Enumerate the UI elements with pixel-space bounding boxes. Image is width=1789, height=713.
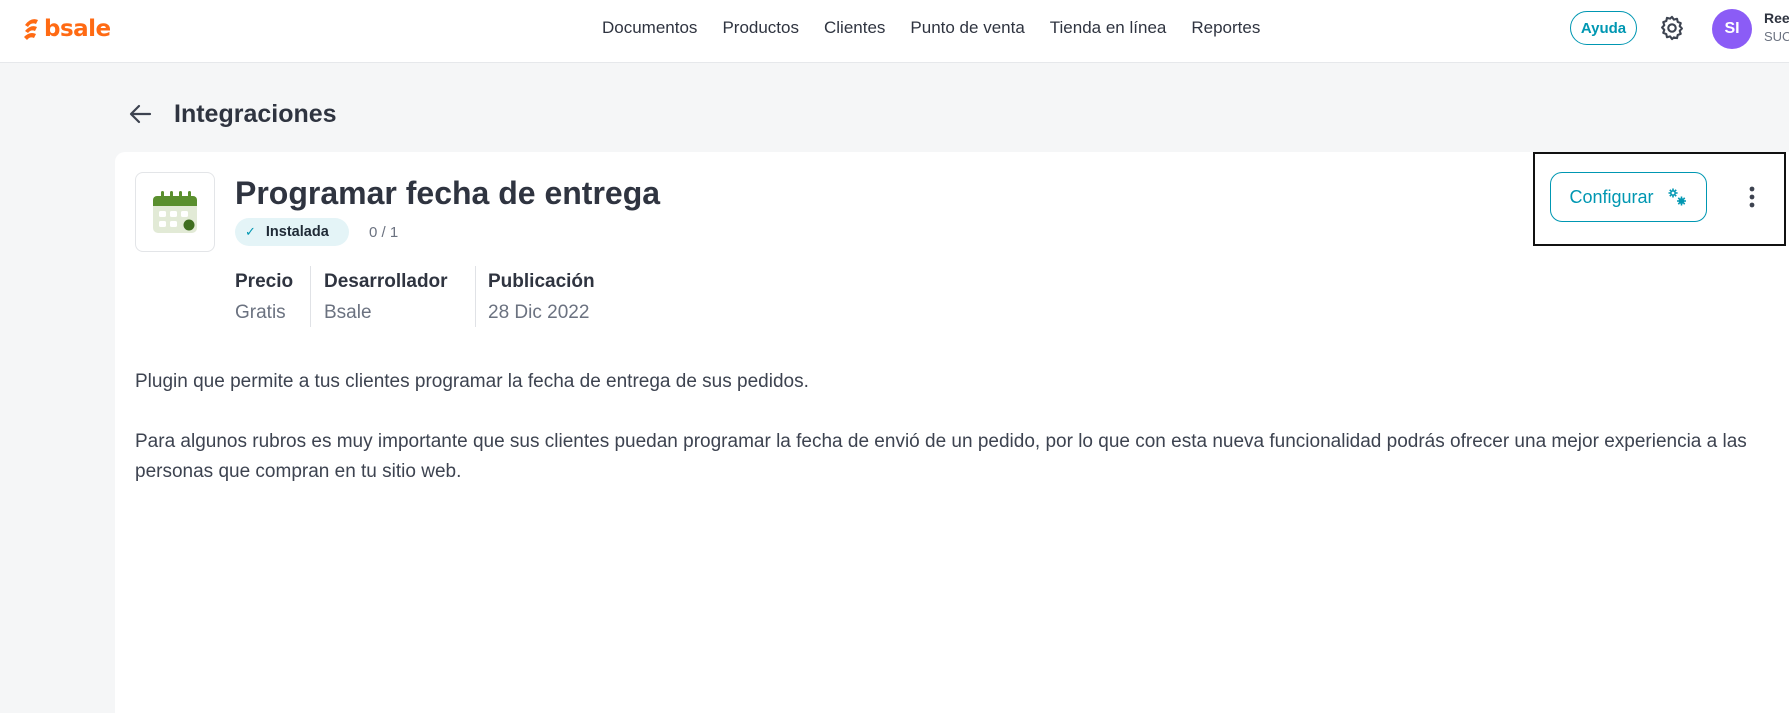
nav-clientes[interactable]: Clientes: [824, 18, 885, 38]
status-badge: ✓ Instalada: [235, 218, 349, 246]
help-button[interactable]: Ayuda: [1570, 11, 1637, 45]
user-store: SUC: [1764, 29, 1789, 44]
install-count: 0 / 1: [369, 224, 399, 241]
app-icon-tile: [135, 172, 215, 252]
description-paragraph: Para algunos rubros es muy importante qu…: [135, 431, 1747, 482]
meta-price-value: Gratis: [235, 302, 286, 323]
meta-published-value: 28 Dic 2022: [488, 302, 590, 323]
meta-price-label: Precio: [235, 271, 294, 292]
bsale-logo-icon: [24, 19, 38, 40]
status-label: Instalada: [265, 224, 329, 240]
user-name: Ree: [1764, 10, 1789, 26]
main-nav: Documentos Productos Clientes Punto de v…: [602, 18, 1285, 38]
avatar[interactable]: SI: [1712, 9, 1752, 49]
arrow-left-icon[interactable]: [128, 102, 154, 126]
app-title: Programar fecha de entrega: [235, 175, 661, 211]
meta-divider: [475, 266, 476, 327]
meta-developer-label: Desarrollador: [324, 271, 448, 292]
bsale-logo[interactable]: bsale: [22, 14, 111, 44]
meta-developer: Desarrollador Bsale: [324, 270, 448, 327]
nav-reportes[interactable]: Reportes: [1191, 18, 1260, 38]
configure-label: Configurar: [1569, 186, 1654, 207]
gears-icon: [1668, 188, 1686, 206]
meta-price: Precio Gratis: [235, 270, 293, 327]
brand-name: bsale: [44, 16, 111, 42]
meta-developer-value: Bsale: [324, 302, 372, 323]
description-paragraph: Plugin que permite a tus clientes progra…: [135, 371, 809, 392]
meta-divider: [310, 266, 311, 327]
meta-published-label: Publicación: [488, 271, 595, 292]
configure-button[interactable]: Configurar: [1550, 172, 1707, 222]
nav-documentos[interactable]: Documentos: [602, 18, 697, 38]
kebab-menu-icon[interactable]: [1742, 182, 1762, 212]
calendar-icon: [153, 191, 197, 233]
meta-published: Publicación 28 Dic 2022: [488, 270, 595, 327]
gear-icon[interactable]: [1658, 14, 1686, 42]
nav-punto-de-venta[interactable]: Punto de venta: [910, 18, 1024, 38]
check-icon: ✓: [245, 224, 256, 239]
page-title: Integraciones: [174, 100, 337, 128]
nav-productos[interactable]: Productos: [722, 18, 799, 38]
nav-tienda-en-linea[interactable]: Tienda en línea: [1050, 18, 1167, 38]
top-bar: bsale Documentos Productos Clientes Punt…: [0, 0, 1789, 63]
